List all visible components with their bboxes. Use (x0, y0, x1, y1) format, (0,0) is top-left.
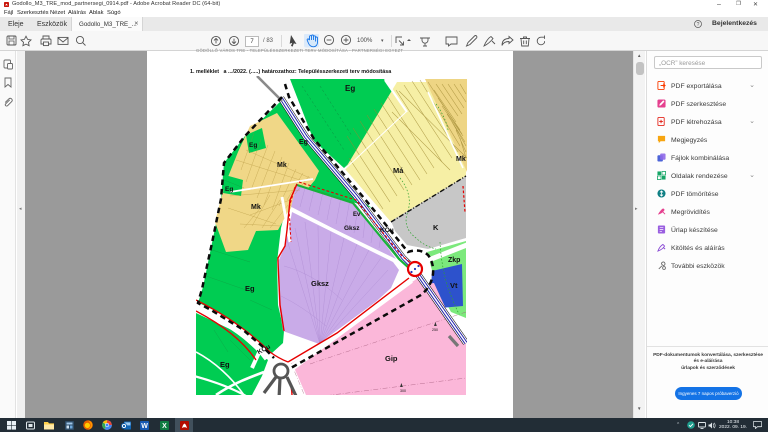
svg-text:Eg: Eg (220, 360, 230, 369)
svg-text:?: ? (697, 21, 700, 27)
svg-text:Gksz: Gksz (344, 225, 360, 232)
svg-text:Eg: Eg (245, 284, 255, 293)
svg-text:K: K (433, 223, 439, 232)
svg-text:250: 250 (432, 328, 438, 332)
svg-text:KÖu: KÖu (380, 225, 394, 234)
svg-text:Má: Má (393, 166, 404, 175)
svg-text:Gksz: Gksz (311, 279, 329, 288)
svg-text:Eg: Eg (225, 186, 233, 193)
svg-text:300: 300 (400, 389, 406, 393)
svg-text:Eg: Eg (345, 84, 355, 93)
svg-text:W: W (141, 423, 148, 430)
svg-text:Gip: Gip (385, 354, 398, 363)
svg-text:Ev: Ev (353, 212, 361, 218)
svg-text:Eg: Eg (299, 139, 308, 146)
svg-text:X: X (162, 423, 167, 430)
svg-text:Zkp: Zkp (448, 257, 460, 264)
svg-text:Vt: Vt (450, 281, 458, 290)
svg-text:Mk: Mk (456, 156, 466, 163)
svg-text:Mk: Mk (277, 162, 287, 169)
svg-text:Eg: Eg (249, 142, 257, 149)
svg-text:Mk: Mk (251, 204, 261, 211)
